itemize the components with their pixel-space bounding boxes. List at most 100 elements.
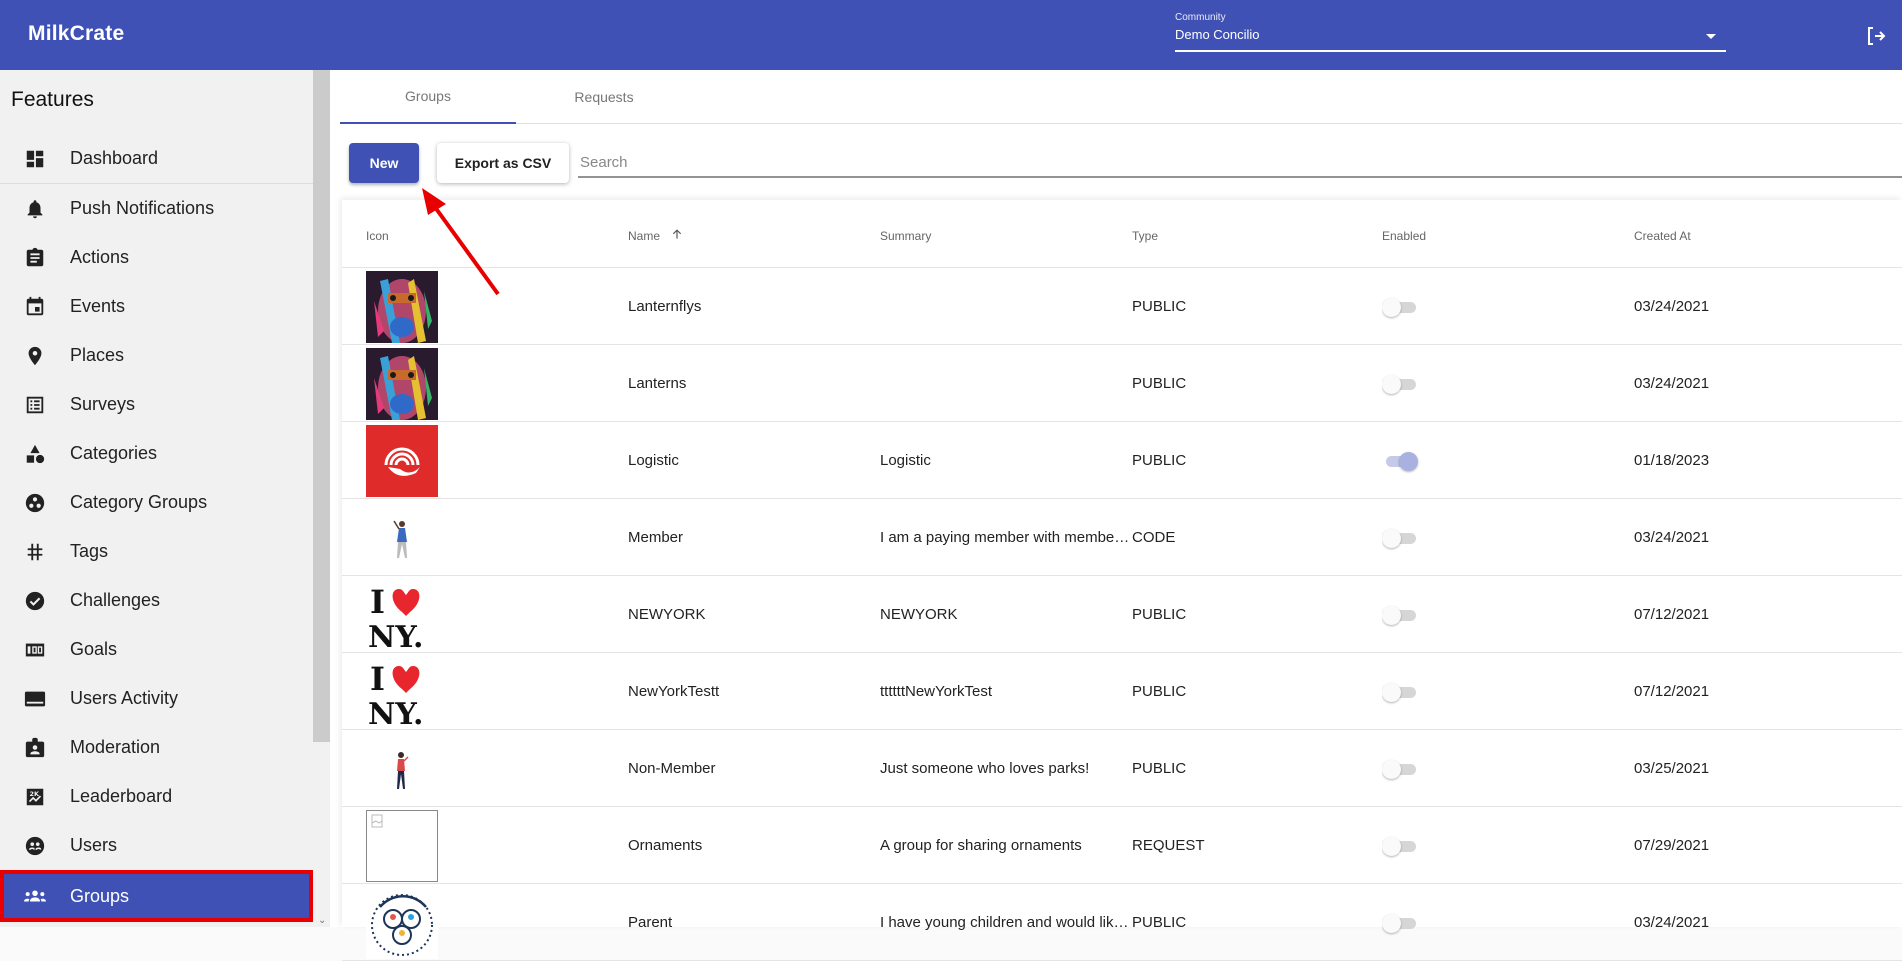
sidebar-scrollbar[interactable] xyxy=(313,70,330,927)
row-summary xyxy=(880,268,1130,345)
column-header-icon: Icon xyxy=(366,229,389,243)
sidebar-item-events[interactable]: Events xyxy=(0,282,313,331)
table-row[interactable]: I NY. NewYorkTestt ttttttNewYorkTest PUBL… xyxy=(342,653,1902,730)
row-enabled-cell xyxy=(1382,807,1442,884)
enabled-toggle[interactable] xyxy=(1382,296,1420,318)
enabled-toggle[interactable] xyxy=(1382,681,1420,703)
enabled-toggle[interactable] xyxy=(1382,835,1420,857)
sidebar-item-dashboard[interactable]: Dashboard xyxy=(0,134,313,183)
badge-icon xyxy=(23,736,47,760)
sidebar-item-category-groups[interactable]: Category Groups xyxy=(0,478,313,527)
sidebar-item-leaderboard[interactable]: 2K Leaderboard xyxy=(0,772,313,821)
table-row[interactable]: Logistic Logistic PUBLIC 01/18/2023 xyxy=(342,422,1902,499)
community-value: Demo Concilio xyxy=(1175,27,1260,42)
row-type: PUBLIC xyxy=(1132,452,1187,469)
table-row[interactable]: Lanterns PUBLIC 03/24/2021 xyxy=(342,345,1902,422)
toggle-knob xyxy=(1399,451,1418,471)
sidebar-item-users-activity[interactable]: Users Activity xyxy=(0,674,313,723)
sidebar-item-challenges[interactable]: Challenges xyxy=(0,576,313,625)
new-button[interactable]: New xyxy=(349,143,419,183)
toggle-knob xyxy=(1382,682,1401,702)
sidebar-item-label: Categories xyxy=(70,443,158,463)
sort-ascending-icon xyxy=(672,229,682,239)
row-created-at: 03/24/2021 xyxy=(1634,914,1710,931)
row-type: CODE xyxy=(1132,529,1176,546)
row-enabled-cell xyxy=(1382,422,1442,499)
tab-requests[interactable]: Requests xyxy=(516,70,692,124)
woman-red-shirt-image xyxy=(366,730,438,807)
column-header-created-at: Created At xyxy=(1634,229,1691,243)
row-summary xyxy=(880,345,1130,422)
column-header-enabled: Enabled xyxy=(1382,229,1427,243)
sidebar-item-actions[interactable]: Actions xyxy=(0,233,313,282)
column-header-summary: Summary xyxy=(880,229,932,243)
check-circle-icon xyxy=(23,589,47,613)
toggle-knob xyxy=(1382,913,1401,933)
table-row[interactable]: Parent I have young children and would l… xyxy=(342,884,1902,961)
group-circle-logo xyxy=(366,884,438,961)
row-name: Lanternflys xyxy=(628,298,702,315)
community-select[interactable]: Community Demo Concilio xyxy=(1175,12,1726,52)
tab-groups[interactable]: Groups xyxy=(340,70,516,124)
sidebar-item-groups[interactable]: Groups xyxy=(0,870,313,922)
row-created-at: 03/24/2021 xyxy=(1634,298,1710,315)
export-csv-button[interactable]: Export as CSV xyxy=(437,143,569,183)
row-summary: ttttttNewYorkTest xyxy=(880,683,992,700)
scroll-down-icon[interactable]: ⌄ xyxy=(318,915,326,926)
logout-icon[interactable] xyxy=(1864,24,1888,48)
sidebar-item-tags[interactable]: Tags xyxy=(0,527,313,576)
sidebar-item-places[interactable]: Places xyxy=(0,331,313,380)
sidebar-title: Features xyxy=(11,88,94,111)
row-name: Member xyxy=(628,529,684,546)
sidebar-item-moderation[interactable]: Moderation xyxy=(0,723,313,772)
row-enabled-cell xyxy=(1382,653,1442,730)
sidebar-item-categories[interactable]: Categories xyxy=(0,429,313,478)
table-row[interactable]: Non-Member Just someone who loves parks!… xyxy=(342,730,1902,807)
enabled-toggle[interactable] xyxy=(1382,912,1420,934)
enabled-toggle[interactable] xyxy=(1382,604,1420,626)
app-bar: MilkCrate Community Demo Concilio xyxy=(0,0,1902,70)
row-created-at: 07/12/2021 xyxy=(1634,606,1710,623)
row-summary: I am a paying member with membe… xyxy=(880,529,1130,546)
enabled-toggle[interactable] xyxy=(1382,373,1420,395)
table-row[interactable]: Lanternflys PUBLIC 03/24/2021 xyxy=(342,268,1902,345)
enabled-toggle[interactable] xyxy=(1382,758,1420,780)
row-name: Logistic xyxy=(628,452,679,469)
sidebar-item-label: Users xyxy=(70,835,118,855)
sidebar-item-label: Challenges xyxy=(70,590,161,610)
row-enabled-cell xyxy=(1382,345,1442,422)
sidebar-item-push-notifications[interactable]: Push Notifications xyxy=(0,184,313,233)
table-row[interactable]: Member I am a paying member with membe… … xyxy=(342,499,1902,576)
toggle-knob xyxy=(1382,836,1401,856)
row-type: PUBLIC xyxy=(1132,914,1187,931)
shapes-icon xyxy=(23,442,47,466)
enabled-toggle[interactable] xyxy=(1382,450,1420,472)
sidebar-item-surveys[interactable]: Surveys xyxy=(0,380,313,429)
search-input[interactable] xyxy=(578,148,1902,178)
row-name: NewYorkTestt xyxy=(628,683,720,700)
table-row[interactable]: I NY. NEWYORK NEWYORK PUBLIC 07/12/2021 xyxy=(342,576,1902,653)
hash-icon xyxy=(23,540,47,564)
table-row[interactable]: Ornaments A group for sharing ornaments … xyxy=(342,807,1902,884)
enabled-toggle[interactable] xyxy=(1382,527,1420,549)
row-name: Parent xyxy=(628,914,673,931)
tab-bar: Groups Requests xyxy=(340,70,1902,124)
sidebar-item-label: Users Activity xyxy=(70,688,179,708)
waving-woman-image xyxy=(366,499,438,576)
row-enabled-cell xyxy=(1382,576,1442,653)
list-icon xyxy=(23,393,47,417)
united-way-logo xyxy=(366,422,438,499)
column-header-name[interactable]: Name xyxy=(628,229,682,243)
sidebar: Features Dashboard Push Notifications Ac… xyxy=(0,70,313,927)
sidebar-item-users[interactable]: Users xyxy=(0,821,313,870)
sidebar-scrollbar-thumb[interactable] xyxy=(313,70,330,742)
leaderboard-icon: 2K xyxy=(23,785,47,809)
row-created-at: 07/29/2021 xyxy=(1634,837,1710,854)
users-icon xyxy=(23,834,47,858)
sidebar-item-label: Actions xyxy=(70,247,130,267)
column-header-type: Type xyxy=(1132,229,1159,243)
sidebar-item-label: Surveys xyxy=(70,394,136,414)
row-type: PUBLIC xyxy=(1132,606,1187,623)
sidebar-item-label: Leaderboard xyxy=(70,786,173,806)
sidebar-item-goals[interactable]: Goals xyxy=(0,625,313,674)
